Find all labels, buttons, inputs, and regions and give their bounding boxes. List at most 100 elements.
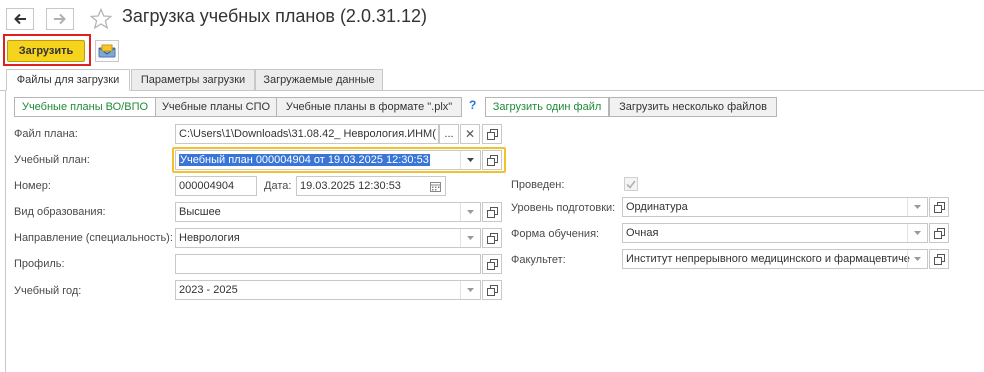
arrow-right-icon bbox=[54, 13, 66, 25]
load-one-file-button[interactable]: Загрузить один файл bbox=[485, 97, 609, 117]
level-label: Уровень подготовки: bbox=[511, 202, 616, 214]
tab-loaded-data-label: Загружаемые данные bbox=[263, 74, 375, 86]
open-form-icon bbox=[486, 232, 498, 244]
file-open-button[interactable] bbox=[482, 124, 502, 144]
direction-open-button[interactable] bbox=[482, 228, 502, 248]
open-form-icon bbox=[933, 227, 945, 239]
posted-checkbox[interactable] bbox=[624, 177, 638, 191]
year-input[interactable]: 2023 - 2025 bbox=[175, 280, 481, 300]
open-form-icon bbox=[486, 206, 498, 218]
curriculum-dropdown-button[interactable] bbox=[460, 151, 480, 169]
edu-type-value: Высшее bbox=[179, 206, 221, 218]
open-form-icon bbox=[486, 258, 498, 270]
year-open-button[interactable] bbox=[482, 280, 502, 300]
number-input[interactable]: 000004904 bbox=[175, 176, 257, 196]
file-plan-value: C:\Users\1\Downloads\31.08.42_ Неврологи… bbox=[179, 128, 436, 140]
curriculum-value: Учебный план 000004904 от 19.03.2025 12:… bbox=[179, 154, 430, 166]
help-link[interactable]: ? bbox=[469, 98, 476, 112]
chevron-down-icon bbox=[467, 158, 474, 162]
calendar-icon bbox=[429, 181, 441, 192]
number-value: 000004904 bbox=[179, 180, 235, 192]
faculty-open-button[interactable] bbox=[929, 249, 949, 269]
profile-input[interactable] bbox=[175, 254, 481, 274]
posted-label: Проведен: bbox=[511, 179, 565, 191]
form-type-dropdown-button[interactable] bbox=[907, 224, 927, 242]
direction-label: Направление (специальность): bbox=[14, 232, 173, 244]
chevron-down-icon bbox=[914, 231, 921, 235]
curriculum-open-button[interactable] bbox=[482, 150, 502, 170]
chevron-down-icon bbox=[467, 210, 474, 214]
checkmark-icon bbox=[626, 180, 636, 189]
level-input[interactable]: Ординатура bbox=[622, 197, 928, 217]
faculty-dropdown-button[interactable] bbox=[907, 250, 927, 268]
segment-plx[interactable]: Учебные планы в формате ".plx" bbox=[276, 97, 462, 117]
load-many-files-button[interactable]: Загрузить несколько файлов bbox=[609, 97, 777, 117]
segment-spo-label: Учебные планы СПО bbox=[161, 101, 271, 113]
open-form-icon bbox=[486, 284, 498, 296]
segment-plx-label: Учебные планы в формате ".plx" bbox=[285, 101, 453, 113]
edu-type-input[interactable]: Высшее bbox=[175, 202, 481, 222]
open-form-icon bbox=[933, 253, 945, 265]
back-button[interactable] bbox=[6, 8, 34, 30]
load-many-files-label: Загрузить несколько файлов bbox=[619, 101, 767, 113]
tab-files[interactable]: Файлы для загрузки bbox=[6, 69, 130, 91]
file-clear-button[interactable]: ✕ bbox=[460, 124, 480, 144]
page-title: Загрузка учебных планов (2.0.31.12) bbox=[122, 6, 427, 26]
chevron-down-icon bbox=[467, 288, 474, 292]
file-browse-button[interactable]: ... bbox=[439, 124, 459, 144]
load-one-file-label: Загрузить один файл bbox=[492, 101, 602, 113]
send-mail-button[interactable] bbox=[95, 40, 119, 62]
form-type-open-button[interactable] bbox=[929, 223, 949, 243]
tab-load-params-label: Параметры загрузки bbox=[140, 74, 246, 86]
arrow-left-icon bbox=[14, 13, 26, 25]
file-plan-label: Файл плана: bbox=[14, 128, 78, 140]
year-dropdown-button[interactable] bbox=[460, 281, 480, 299]
chevron-down-icon bbox=[467, 236, 474, 240]
segment-vo-vpo-label: Учебные планы ВО/ВПО bbox=[21, 101, 149, 113]
tab-loaded-data[interactable]: Загружаемые данные bbox=[255, 69, 383, 91]
number-label: Номер: bbox=[14, 180, 51, 192]
edu-type-open-button[interactable] bbox=[482, 202, 502, 222]
forward-button[interactable] bbox=[46, 8, 74, 30]
calendar-button[interactable] bbox=[425, 177, 445, 195]
favorite-star-icon[interactable] bbox=[89, 7, 113, 33]
direction-value: Неврология bbox=[179, 232, 240, 244]
envelope-icon bbox=[98, 44, 116, 58]
curriculum-input[interactable]: Учебный план 000004904 от 19.03.2025 12:… bbox=[175, 150, 481, 170]
direction-dropdown-button[interactable] bbox=[460, 229, 480, 247]
chevron-down-icon bbox=[914, 257, 921, 261]
faculty-label: Факультет: bbox=[511, 254, 566, 266]
level-value: Ординатура bbox=[626, 201, 688, 213]
date-value: 19.03.2025 12:30:53 bbox=[300, 180, 401, 192]
tab-panel-border bbox=[5, 90, 6, 372]
open-form-icon bbox=[933, 201, 945, 213]
direction-input[interactable]: Неврология bbox=[175, 228, 481, 248]
ellipsis-icon: ... bbox=[444, 128, 454, 140]
form-type-label: Форма обучения: bbox=[511, 228, 600, 240]
open-form-icon bbox=[486, 128, 498, 140]
open-form-icon bbox=[486, 154, 498, 166]
level-open-button[interactable] bbox=[929, 197, 949, 217]
chevron-down-icon bbox=[914, 205, 921, 209]
form-type-input[interactable]: Очная bbox=[622, 223, 928, 243]
tab-files-label: Файлы для загрузки bbox=[16, 74, 120, 86]
segment-vo-vpo[interactable]: Учебные планы ВО/ВПО bbox=[14, 97, 156, 117]
edu-type-label: Вид образования: bbox=[14, 206, 106, 218]
profile-label: Профиль: bbox=[14, 258, 65, 270]
level-dropdown-button[interactable] bbox=[907, 198, 927, 216]
date-label: Дата: bbox=[264, 180, 292, 192]
edu-type-dropdown-button[interactable] bbox=[460, 203, 480, 221]
load-button[interactable]: Загрузить bbox=[7, 40, 85, 62]
faculty-input[interactable]: Институт непрерывного медицинского и фар… bbox=[622, 249, 928, 269]
clear-x-icon: ✕ bbox=[464, 127, 476, 141]
curriculum-label: Учебный план: bbox=[14, 154, 90, 166]
profile-open-button[interactable] bbox=[482, 254, 502, 274]
year-label: Учебный год: bbox=[14, 285, 82, 297]
tab-load-params[interactable]: Параметры загрузки bbox=[131, 69, 255, 91]
faculty-value: Институт непрерывного медицинского и фар… bbox=[626, 253, 910, 265]
date-input[interactable]: 19.03.2025 12:30:53 bbox=[296, 176, 446, 196]
file-plan-input[interactable]: C:\Users\1\Downloads\31.08.42_ Неврологи… bbox=[175, 124, 439, 144]
segment-spo[interactable]: Учебные планы СПО bbox=[155, 97, 277, 117]
form-type-value: Очная bbox=[626, 227, 659, 239]
year-value: 2023 - 2025 bbox=[179, 284, 238, 296]
